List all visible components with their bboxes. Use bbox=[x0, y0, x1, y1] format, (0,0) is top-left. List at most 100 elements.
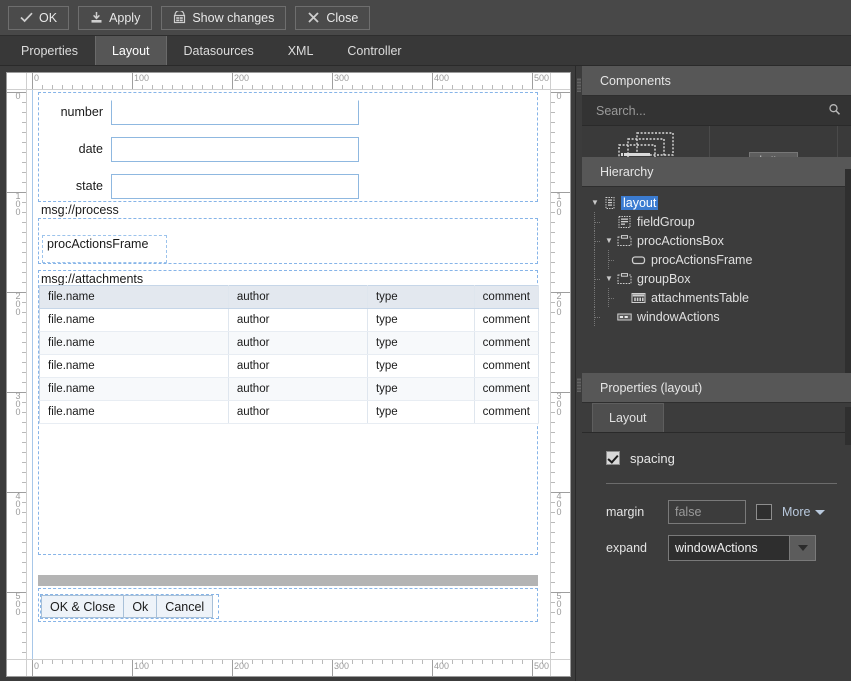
hierarchy-node-layout[interactable]: ▼ layout bbox=[588, 193, 851, 212]
table-cell: file.name bbox=[39, 308, 229, 332]
properties-tab-layout[interactable]: Layout bbox=[592, 403, 664, 432]
ok-button[interactable]: OK bbox=[8, 5, 70, 30]
properties-panel-title: Properties (layout) bbox=[582, 373, 851, 403]
hierarchy-tree[interactable]: ▼ layout fieldGroup ▼ procActionsBox procActi… bbox=[582, 187, 851, 326]
ruler-tick bbox=[551, 222, 555, 223]
ruler-tick bbox=[22, 482, 26, 483]
palette-item-layout[interactable] bbox=[582, 126, 710, 158]
ruler-tick bbox=[292, 660, 293, 664]
window-action-button[interactable]: Ok bbox=[123, 595, 158, 618]
window-action-button[interactable]: OK & Close bbox=[41, 595, 125, 618]
field-row-number[interactable]: number bbox=[39, 99, 359, 125]
ruler-corner-topleft bbox=[7, 73, 27, 90]
hierarchy-node-procactionsbox[interactable]: ▼ procActionsBox bbox=[588, 231, 851, 250]
expand-select-arrow[interactable] bbox=[789, 536, 815, 560]
field-row-state[interactable]: state bbox=[39, 173, 359, 199]
components-scrollbar[interactable] bbox=[845, 169, 851, 373]
ruler-tick bbox=[551, 272, 555, 273]
apply-button[interactable]: Apply bbox=[78, 5, 153, 30]
ruler-tick bbox=[22, 562, 26, 563]
ruler-label: 0 bbox=[34, 73, 40, 83]
collapse-arrow-icon[interactable]: ▼ bbox=[588, 198, 602, 207]
tree-guide bbox=[588, 231, 602, 250]
ruler-label: 0 bbox=[34, 661, 40, 671]
margin-input[interactable]: false bbox=[668, 500, 746, 524]
design-canvas[interactable]: 0 100 200 300 400 500 0 100 200 300 400 500 0 100 20… bbox=[6, 72, 571, 677]
collapse-arrow-icon[interactable]: ▼ bbox=[602, 274, 616, 283]
tab-xml[interactable]: XML bbox=[271, 36, 331, 65]
design-surface[interactable]: number date state msg://process procActi… bbox=[27, 90, 550, 659]
ruler-tick bbox=[542, 85, 543, 89]
ruler-label: 100 bbox=[15, 191, 21, 217]
field-group-component[interactable]: number date state bbox=[38, 92, 538, 202]
ruler-tick bbox=[422, 85, 423, 89]
ruler-tick bbox=[462, 85, 463, 89]
table-column-header[interactable]: comment bbox=[474, 285, 540, 309]
table-row[interactable]: file.name author type comment bbox=[39, 377, 540, 401]
hierarchy-node-label: groupBox bbox=[637, 271, 691, 286]
ruler-tick bbox=[22, 322, 26, 323]
tab-datasources[interactable]: Datasources bbox=[167, 36, 271, 65]
ruler-tick bbox=[522, 85, 523, 89]
spacing-row[interactable]: spacing bbox=[606, 447, 837, 469]
collapse-arrow-icon[interactable]: ▼ bbox=[602, 236, 616, 245]
spacing-checkbox[interactable] bbox=[606, 451, 620, 465]
hierarchy-title-label: Hierarchy bbox=[600, 164, 654, 179]
close-button[interactable]: Close bbox=[295, 5, 371, 30]
field-label-date: date bbox=[78, 142, 103, 156]
chevron-down-icon bbox=[815, 509, 826, 515]
hierarchy-scrollbar[interactable] bbox=[845, 407, 851, 445]
table-row[interactable]: file.name author type comment bbox=[39, 331, 540, 355]
ruler-vertical-right: 0 100 200 300 400 500 bbox=[550, 90, 570, 659]
ruler-tick bbox=[22, 522, 26, 523]
search-input[interactable] bbox=[594, 102, 828, 119]
margin-more-button[interactable]: More bbox=[782, 505, 826, 519]
chevron-down-icon bbox=[797, 545, 808, 551]
hierarchy-node-fieldgroup[interactable]: fieldGroup bbox=[588, 212, 851, 231]
palette-item-button[interactable]: button bbox=[710, 126, 838, 158]
ruler-tick bbox=[551, 622, 555, 623]
ruler-tick bbox=[22, 272, 26, 273]
tree-guide bbox=[602, 288, 616, 307]
table-column-header[interactable]: author bbox=[228, 285, 368, 309]
group-box-component[interactable]: file.name author type comment file.name auth… bbox=[38, 270, 540, 555]
tab-layout[interactable]: Layout bbox=[94, 36, 167, 65]
margin-checkbox[interactable] bbox=[756, 504, 772, 520]
window-action-button[interactable]: Cancel bbox=[156, 595, 214, 618]
table-row[interactable]: file.name author type comment bbox=[39, 308, 540, 332]
tab-properties[interactable]: Properties bbox=[4, 36, 95, 65]
components-palette[interactable]: button bbox=[582, 126, 851, 159]
table-column-header[interactable]: type bbox=[367, 285, 475, 309]
ruler-label: 100 bbox=[134, 661, 150, 671]
ruler-tick bbox=[551, 382, 555, 383]
components-search-bar[interactable] bbox=[582, 96, 851, 126]
hierarchy-node-attachmentstable[interactable]: attachmentsTable bbox=[588, 288, 851, 307]
window-actions-button-row[interactable]: OK & Close Ok Cancel bbox=[40, 594, 220, 619]
search-icon[interactable] bbox=[828, 103, 841, 119]
table-row[interactable]: file.name author type comment bbox=[39, 400, 540, 424]
layout-root-container[interactable]: number date state msg://process procActi… bbox=[32, 90, 540, 659]
hierarchy-node-groupbox[interactable]: ▼ groupBox bbox=[588, 269, 851, 288]
ruler-tick bbox=[202, 660, 203, 664]
field-input-number[interactable] bbox=[111, 99, 359, 125]
table-cell: author bbox=[228, 308, 368, 332]
ruler-tick bbox=[402, 85, 403, 89]
ruler-tick bbox=[22, 542, 26, 543]
tab-controller[interactable]: Controller bbox=[330, 36, 418, 65]
ruler-tick bbox=[22, 582, 26, 583]
field-input-date[interactable] bbox=[111, 136, 359, 162]
ruler-tick bbox=[551, 552, 555, 553]
proc-actions-box-component[interactable]: procActionsFrame bbox=[38, 218, 538, 264]
field-row-date[interactable]: date bbox=[39, 136, 359, 162]
attachments-table[interactable]: file.name author type comment file.name auth… bbox=[39, 285, 540, 424]
table-row[interactable]: file.name author type comment bbox=[39, 354, 540, 378]
ruler-tick bbox=[22, 442, 26, 443]
hierarchy-node-procactionsframe[interactable]: procActionsFrame bbox=[588, 250, 851, 269]
properties-title-label: Properties (layout) bbox=[600, 380, 703, 395]
expand-select[interactable]: windowActions bbox=[668, 535, 816, 561]
hierarchy-node-windowactions[interactable]: windowActions bbox=[588, 307, 851, 326]
table-column-header[interactable]: file.name bbox=[39, 285, 229, 309]
window-actions-component[interactable]: OK & Close Ok Cancel bbox=[38, 588, 538, 622]
show-changes-button[interactable]: Show changes bbox=[161, 5, 287, 30]
field-input-state[interactable] bbox=[111, 173, 359, 199]
